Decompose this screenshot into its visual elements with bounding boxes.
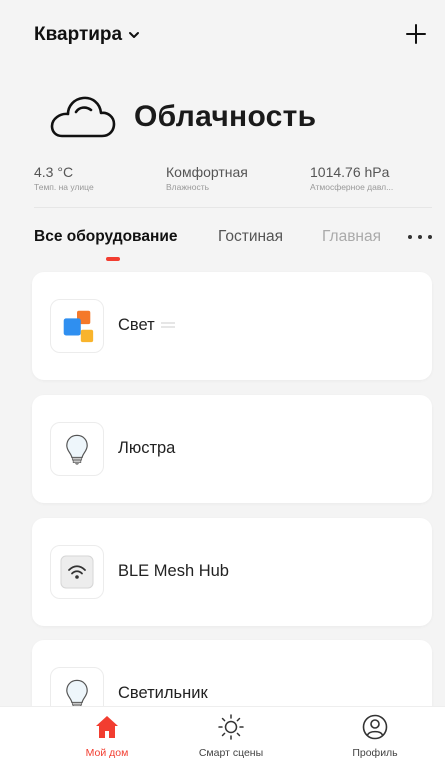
- stat-label: Темп. на улице: [34, 182, 94, 192]
- header: Квартира: [0, 0, 445, 70]
- stat-label: Атмосферное давл...: [310, 182, 394, 192]
- device-card[interactable]: Люстра: [32, 395, 432, 503]
- stat-value: 1014.76 hPa: [310, 164, 390, 180]
- profile-icon: [362, 714, 388, 740]
- sun-icon: [218, 714, 244, 740]
- nav-label: Профиль: [352, 747, 398, 758]
- stat-value: 4.3 °C: [34, 164, 74, 180]
- nav-label: Смарт сцены: [198, 747, 264, 758]
- stat-label: Влажность: [166, 182, 210, 192]
- weather-summary: Облачность: [46, 92, 316, 142]
- device-thumbnail: [50, 299, 104, 353]
- device-name: BLE Mesh Hub: [118, 562, 229, 580]
- stat-pressure: 1014.76 hPa Атмосферное давл...: [310, 164, 393, 192]
- more-dot: [428, 235, 432, 239]
- nav-smart-scenes[interactable]: Смарт сцены: [176, 707, 286, 758]
- bulb-icon: [66, 434, 88, 465]
- stat-temperature: 4.3 °C Темп. на улице: [34, 164, 94, 192]
- nav-label: Мой дом: [85, 747, 129, 758]
- light-group-icon: [63, 310, 94, 343]
- home-name: Квартира: [34, 24, 123, 45]
- weather-condition: Облачность: [134, 100, 317, 133]
- stat-humidity: Комфортная Влажность: [166, 164, 248, 192]
- plus-icon: [406, 24, 426, 44]
- device-name: Люстра: [118, 439, 176, 457]
- device-name: Светильник: [118, 684, 208, 702]
- device-thumbnail: [50, 422, 104, 476]
- stat-value: Комфортная: [166, 164, 248, 180]
- chevron-down-icon: [129, 32, 140, 38]
- more-dot: [418, 235, 422, 239]
- device-thumbnail: [50, 545, 104, 599]
- nav-my-home[interactable]: Мой дом: [52, 707, 162, 758]
- device-card[interactable]: BLE Mesh Hub: [32, 518, 432, 626]
- device-card[interactable]: Свет: [32, 272, 432, 380]
- tab-main[interactable]: Главная: [322, 228, 381, 246]
- more-button[interactable]: [408, 230, 432, 244]
- home-selector[interactable]: Квартира: [34, 24, 140, 46]
- device-name-text: Свет: [118, 316, 155, 334]
- more-dot: [408, 235, 412, 239]
- tab-living-room[interactable]: Гостиная: [218, 228, 283, 246]
- tab-all-devices[interactable]: Все оборудование: [34, 228, 178, 246]
- cloud-icon: [50, 96, 116, 138]
- add-button[interactable]: [404, 22, 428, 46]
- wifi-hub-icon: [60, 555, 94, 589]
- device-name: Свет: [118, 316, 175, 335]
- active-tab-indicator: [106, 257, 120, 261]
- status-tag: [160, 321, 175, 330]
- room-tabs: Все оборудование Гостиная Главная: [34, 228, 434, 258]
- nav-profile[interactable]: Профиль: [320, 707, 430, 758]
- divider: [34, 207, 432, 208]
- home-icon: [96, 716, 118, 738]
- bottom-navigation: Мой дом Смарт сцены Профиль: [0, 706, 445, 758]
